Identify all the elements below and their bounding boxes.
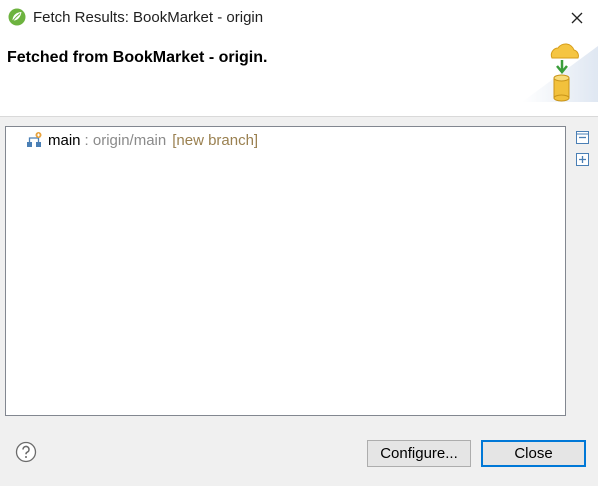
remote-ref: : origin/main bbox=[84, 131, 167, 149]
collapse-all-icon[interactable] bbox=[576, 131, 589, 144]
title-bar: Fetch Results: BookMarket - origin bbox=[0, 0, 598, 36]
tree-row[interactable]: main : origin/main [new branch] bbox=[26, 130, 258, 150]
branch-icon bbox=[27, 132, 42, 147]
expand-all-icon[interactable] bbox=[576, 153, 589, 166]
cloud-to-database-icon bbox=[522, 43, 598, 102]
eclipse-spring-icon bbox=[8, 8, 26, 26]
dialog-header: Fetched from BookMarket - origin. bbox=[0, 36, 598, 117]
fetch-results-tree[interactable]: main : origin/main [new branch] bbox=[5, 126, 566, 416]
configure-button[interactable]: Configure... bbox=[367, 440, 471, 467]
window-title: Fetch Results: BookMarket - origin bbox=[33, 9, 264, 26]
close-icon[interactable] bbox=[566, 7, 588, 29]
help-icon[interactable] bbox=[15, 441, 37, 463]
status-tag: [new branch] bbox=[172, 131, 259, 149]
close-button[interactable]: Close bbox=[481, 440, 586, 467]
header-title: Fetched from BookMarket - origin. bbox=[7, 49, 268, 66]
branch-name: main bbox=[48, 131, 81, 149]
